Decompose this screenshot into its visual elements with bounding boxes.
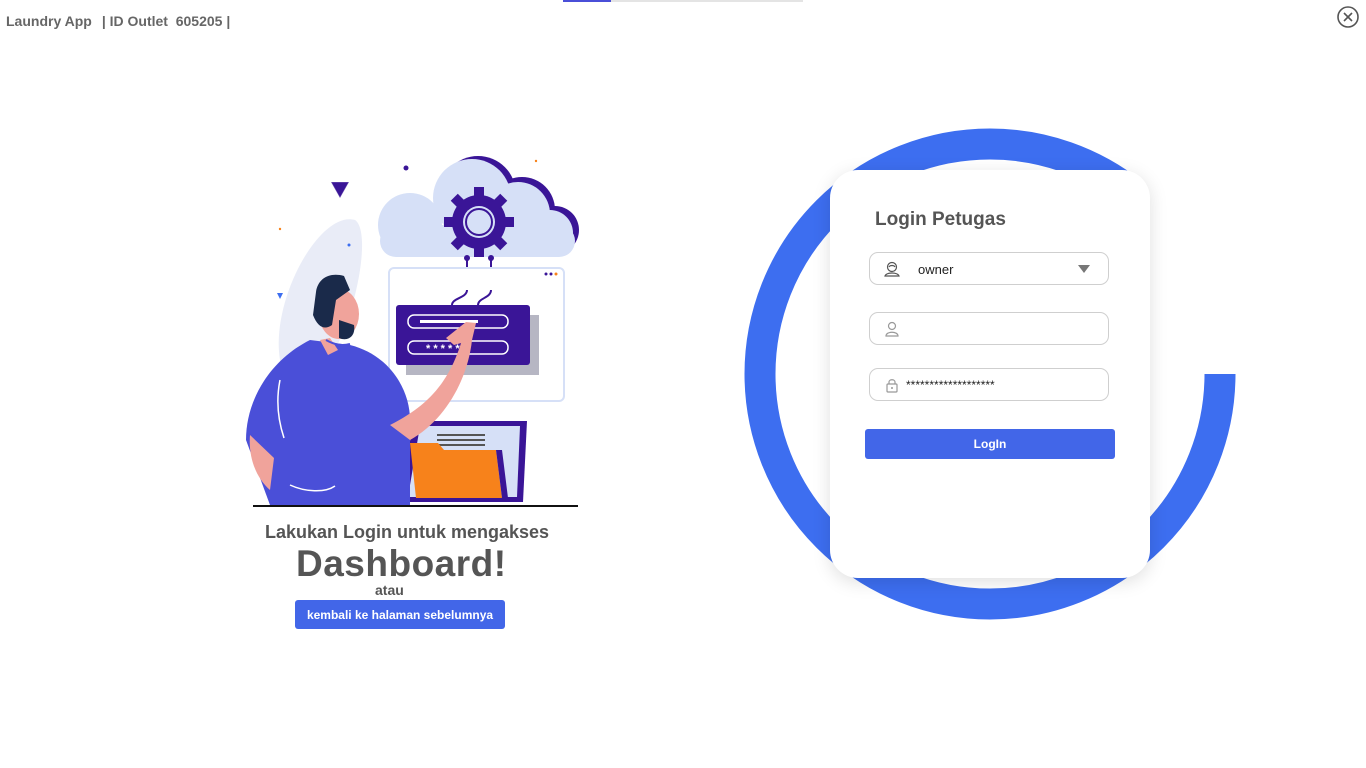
or-text: atau <box>375 582 404 598</box>
password-input[interactable] <box>906 369 1102 400</box>
lock-icon <box>886 379 898 393</box>
login-prompt-text: Lakukan Login untuk mengakses <box>265 522 550 542</box>
user-badge-icon <box>884 261 900 277</box>
desk-line <box>253 505 578 507</box>
user-icon <box>885 321 899 337</box>
outlet-id: | ID Outlet 605205 | <box>101 13 231 29</box>
close-button[interactable] <box>1337 6 1359 28</box>
role-select-value: owner <box>918 262 954 277</box>
login-title: Login Petugas <box>875 209 1006 230</box>
folder-icon <box>410 443 502 498</box>
chevron-down-icon[interactable] <box>1078 265 1090 273</box>
password-field[interactable] <box>869 368 1109 401</box>
loading-progress-bar <box>563 0 803 2</box>
dashboard-heading: Dashboard! <box>296 543 507 584</box>
loading-progress-fill <box>563 0 611 2</box>
role-select[interactable]: owner <box>869 252 1109 285</box>
login-button[interactable]: LogIn <box>865 429 1115 459</box>
login-illustration: * * * * * * <box>240 150 591 510</box>
close-circle-icon <box>1337 6 1359 28</box>
username-field[interactable] <box>869 312 1109 345</box>
window-title: Laundry App | ID Outlet 605205 | <box>6 13 230 29</box>
app-name: Laundry App <box>6 13 92 29</box>
username-input[interactable] <box>906 313 1102 344</box>
triangle-decor <box>331 182 349 198</box>
back-to-previous-page-button[interactable]: kembali ke halaman sebelumnya <box>295 600 505 629</box>
gear-icon <box>444 187 514 257</box>
